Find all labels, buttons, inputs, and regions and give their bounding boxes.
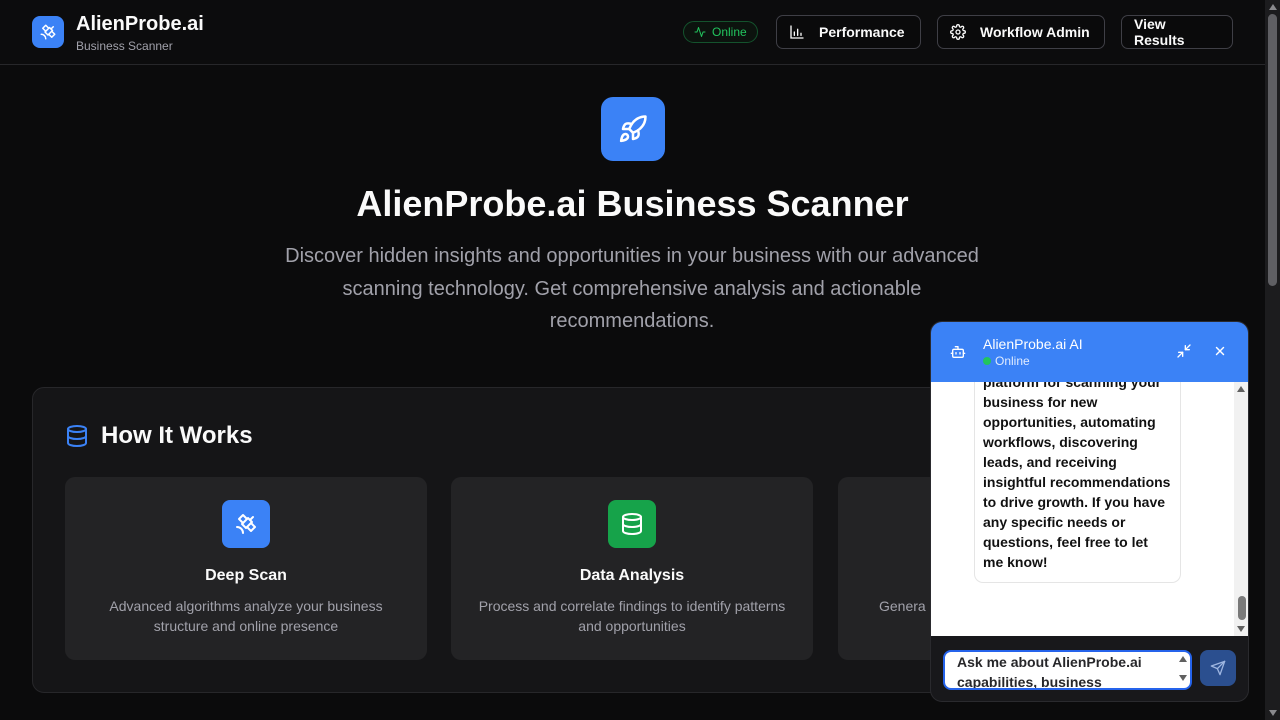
chat-header: AlienProbe.ai AI Online xyxy=(931,322,1248,382)
feature-icon-box xyxy=(608,500,656,548)
chat-widget: AlienProbe.ai AI Online platform for sca… xyxy=(930,321,1249,702)
chat-scroll-down-arrow[interactable] xyxy=(1237,626,1245,632)
page-scrollbar[interactable] xyxy=(1265,0,1280,720)
chat-scrollbar[interactable] xyxy=(1234,382,1248,636)
bar-chart-icon xyxy=(790,25,804,39)
chat-status-text: Online xyxy=(995,354,1030,368)
chat-status: Online xyxy=(983,354,1030,368)
rocket-icon xyxy=(619,115,647,143)
chat-scroll-up-arrow[interactable] xyxy=(1237,386,1245,392)
close-icon[interactable] xyxy=(1213,344,1227,358)
chat-scroll-thumb[interactable] xyxy=(1238,596,1246,620)
brand-title: AlienProbe.ai xyxy=(76,13,204,35)
view-results-label: View Results xyxy=(1134,16,1185,48)
brand-subtitle: Business Scanner xyxy=(76,39,173,53)
send-icon xyxy=(1210,660,1226,676)
input-scroll-down-arrow[interactable] xyxy=(1179,675,1187,681)
database-icon xyxy=(67,425,87,447)
activity-icon xyxy=(694,27,706,37)
satellite-icon xyxy=(236,514,256,534)
logo[interactable] xyxy=(32,16,64,48)
feature-icon-box xyxy=(222,500,270,548)
workflow-admin-label: Workflow Admin xyxy=(980,24,1090,40)
chat-messages[interactable]: platform for scanning your business for … xyxy=(931,382,1241,636)
feature-description: Advanced algorithms analyze your busines… xyxy=(109,598,383,634)
scroll-down-arrow[interactable] xyxy=(1269,710,1277,716)
page-title: AlienProbe.ai Business Scanner xyxy=(356,183,909,224)
scroll-thumb[interactable] xyxy=(1268,14,1277,286)
status-text: Online xyxy=(712,25,747,39)
feature-card-data-analysis: Data Analysis Process and correlate find… xyxy=(451,477,813,660)
bot-icon xyxy=(950,346,966,358)
how-it-works-header: How It Works xyxy=(65,422,253,450)
send-button[interactable] xyxy=(1200,650,1236,686)
feature-title: Data Analysis xyxy=(579,567,685,584)
satellite-icon xyxy=(40,24,56,40)
view-results-button[interactable]: View Results xyxy=(1121,15,1233,49)
feature-title: Deep Scan xyxy=(205,567,287,584)
gear-icon xyxy=(950,24,966,40)
input-scroll-up-arrow[interactable] xyxy=(1179,656,1187,662)
chat-input[interactable]: Ask me about AlienProbe.ai capabilities,… xyxy=(943,650,1192,690)
top-header: AlienProbe.ai Business Scanner Online Pe… xyxy=(0,0,1265,65)
hero-description: Discover hidden insights and opportuniti… xyxy=(285,245,979,332)
feature-description: Process and correlate findings to identi… xyxy=(478,598,786,634)
feature-card-deep-scan: Deep Scan Advanced algorithms analyze yo… xyxy=(65,477,427,660)
chat-title: AlienProbe.ai AI xyxy=(983,336,1083,352)
performance-button[interactable]: Performance xyxy=(776,15,921,49)
section-title: How It Works xyxy=(101,422,253,449)
online-dot-icon xyxy=(983,357,991,365)
brand: AlienProbe.ai Business Scanner xyxy=(76,12,204,54)
assistant-message: platform for scanning your business for … xyxy=(975,382,1180,582)
status-badge: Online xyxy=(683,21,758,43)
scroll-up-arrow[interactable] xyxy=(1269,4,1277,10)
performance-label: Performance xyxy=(819,24,905,40)
minimize-icon[interactable] xyxy=(1176,343,1192,359)
hero-icon-box xyxy=(601,97,665,161)
workflow-admin-button[interactable]: Workflow Admin xyxy=(937,15,1105,49)
database-icon xyxy=(622,513,642,535)
